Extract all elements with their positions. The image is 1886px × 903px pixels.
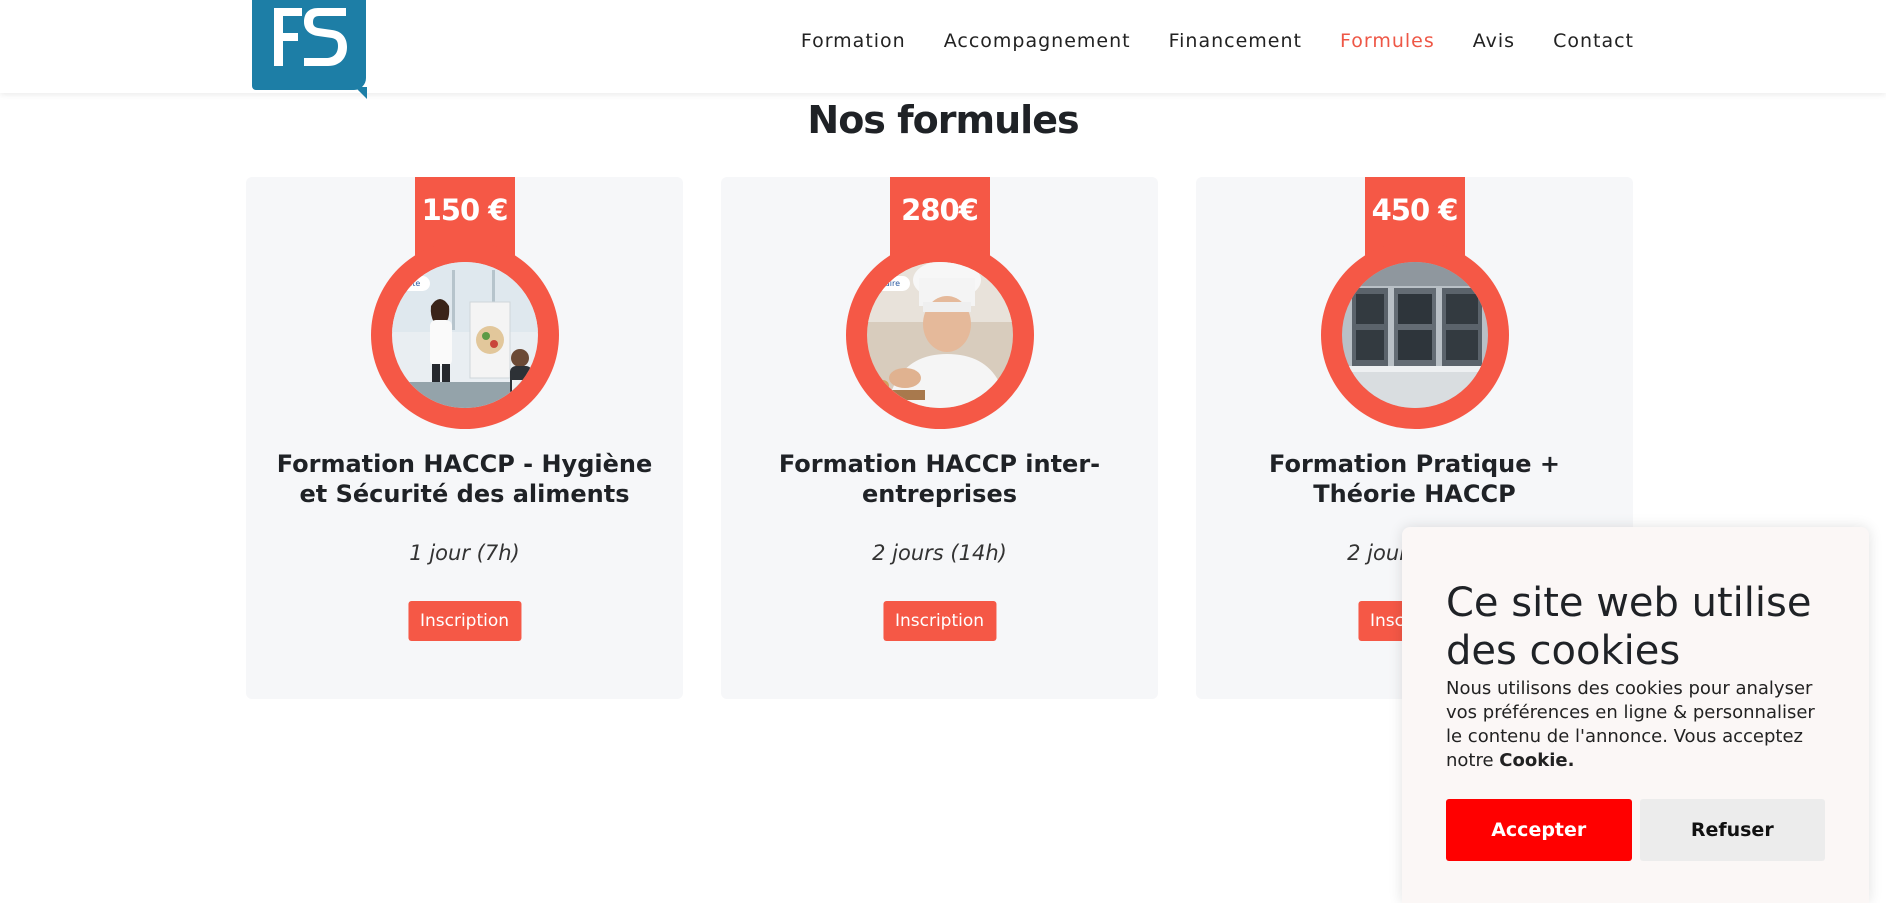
logo-tail <box>355 87 367 99</box>
card-duration: 2 jours (14h) <box>872 541 1007 565</box>
logo-letters-icon <box>274 8 347 66</box>
cookie-banner: Ce site web utilise des cookies Nous uti… <box>1402 527 1869 903</box>
nav-contact[interactable]: Contact <box>1553 30 1634 52</box>
image-ring: vente <box>370 241 559 429</box>
nav-avis[interactable]: Avis <box>1473 30 1515 52</box>
accept-cookies-button[interactable]: Accepter <box>1446 799 1632 861</box>
main-nav: Formation Accompagnement Financement For… <box>801 30 1634 52</box>
pricing-card: 280€ pulaire Formation HACCP inter-entre… <box>721 177 1158 699</box>
training-photo <box>1341 262 1488 408</box>
cookie-title: Ce site web utilise des cookies <box>1446 580 1812 674</box>
inscription-button[interactable]: Inscription <box>407 601 522 641</box>
card-tag: pulaire <box>866 276 911 291</box>
cookie-text: Nous utilisons des cookies pour analyser… <box>1446 677 1825 773</box>
training-photo: pulaire <box>866 262 1013 408</box>
image-ring: pulaire <box>845 241 1034 429</box>
card-title: Formation HACCP inter-entreprises <box>778 450 1101 508</box>
nav-accompagnement[interactable]: Accompagnement <box>944 30 1131 52</box>
cookie-policy-link[interactable]: Cookie. <box>1499 750 1574 771</box>
logo[interactable] <box>252 0 367 99</box>
training-photo: vente <box>391 262 538 408</box>
price-label: 450 € <box>1371 193 1459 227</box>
card-title: Formation Pratique + Théorie HACCP <box>1269 450 1560 508</box>
card-title: Formation HACCP - Hygiène et Sécurité de… <box>276 450 653 508</box>
site-header: Formation Accompagnement Financement For… <box>0 0 1886 99</box>
card-duration: 1 jour (7h) <box>409 541 520 565</box>
inscription-button[interactable]: Inscription <box>882 601 997 641</box>
image-ring <box>1320 241 1509 429</box>
price-label: 280€ <box>901 193 979 227</box>
pricing-card: 150 € vente Formation HACCP - Hygiène et… <box>246 177 683 699</box>
nav-formation[interactable]: Formation <box>801 30 906 52</box>
section-title: Nos formules <box>807 98 1079 142</box>
cookie-actions: Accepter Refuser <box>1446 799 1825 861</box>
nav-formules[interactable]: Formules <box>1340 30 1435 52</box>
card-tag: vente <box>391 276 431 291</box>
price-label: 150 € <box>421 193 509 227</box>
refuse-cookies-button[interactable]: Refuser <box>1639 799 1825 861</box>
nav-financement[interactable]: Financement <box>1169 30 1302 52</box>
kitchen-illustration-icon <box>1341 262 1488 408</box>
